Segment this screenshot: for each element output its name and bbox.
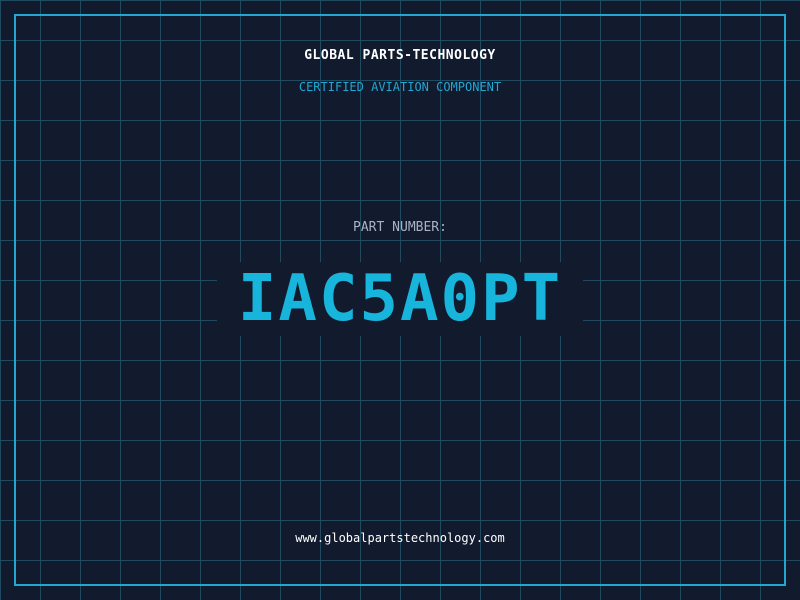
part-number-value: IAC5A0PT	[237, 262, 563, 336]
website-url: www.globalpartstechnology.com	[295, 531, 505, 545]
part-number-panel: IAC5A0PT	[217, 262, 583, 336]
company-name: GLOBAL PARTS-TECHNOLOGY	[304, 48, 496, 63]
part-number-label: PART NUMBER:	[353, 220, 447, 235]
certification-subtitle: CERTIFIED AVIATION COMPONENT	[298, 80, 502, 94]
